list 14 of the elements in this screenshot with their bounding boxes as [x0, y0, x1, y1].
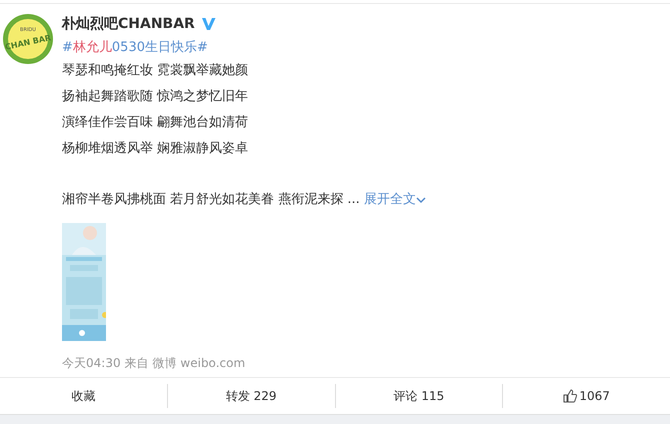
post-text-line: 演绎佳作尝百味 翩舞池台如清荷 — [62, 114, 250, 132]
post-text-line: 杨柳堆烟透风举 娴雅淑静风姿卓 — [62, 140, 250, 158]
hashtag-link[interactable]: #林允儿0530生日快乐# — [62, 38, 426, 58]
post-text-line: 扬袖起舞踏歌随 惊鸿之梦忆旧年 — [62, 88, 250, 106]
chevron-down-icon — [416, 196, 426, 204]
thumbs-up-icon — [563, 389, 578, 403]
post-text-line: 琴瑟和鸣掩红妆 霓裳飘举藏她颜 — [62, 62, 250, 80]
action-button[interactable]: 收藏 — [0, 384, 167, 408]
like-button[interactable]: 1067 — [502, 384, 670, 408]
post-text-line: 湘帘半卷风拂桃面 若月舒光如花美眷 燕衔泥来探 ... — [62, 191, 360, 209]
source-prefix: 来自 — [124, 355, 149, 372]
action-button[interactable]: 转发 229 — [166, 384, 334, 408]
action-button[interactable]: 评论 115 — [334, 384, 502, 408]
author-name[interactable]: 朴灿烈吧CHANBAR — [62, 15, 195, 33]
